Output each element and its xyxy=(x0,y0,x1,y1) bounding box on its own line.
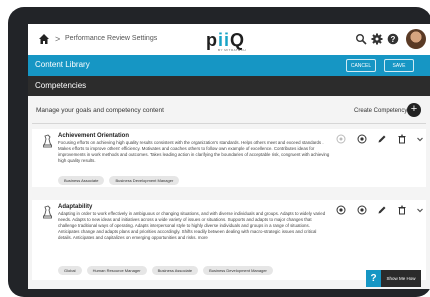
manage-description: Manage your goals and competency content xyxy=(36,107,164,114)
content-library-bar: Content Library CANCEL SAVE xyxy=(28,55,430,76)
page-title: Content Library xyxy=(35,60,90,69)
tag[interactable]: Business Associate xyxy=(151,266,199,275)
edit-icon[interactable] xyxy=(377,205,387,215)
target-icon[interactable] xyxy=(357,134,367,144)
search-icon[interactable] xyxy=(355,33,367,45)
view-icon[interactable] xyxy=(336,134,346,144)
chess-piece-icon xyxy=(43,134,52,148)
show-me-how-label[interactable]: Show Me How xyxy=(381,270,421,287)
show-me-how-widget[interactable]: ? Show Me How xyxy=(366,270,421,287)
tablet-frame: > Performance Review Settings piiQ BY MI… xyxy=(8,7,430,297)
logo-text-ii: ii xyxy=(218,30,231,50)
tag[interactable]: Business Development Manager xyxy=(203,266,273,275)
create-competency-button[interactable]: + xyxy=(407,103,421,117)
tag-list: Business Associate Business Development … xyxy=(58,176,180,185)
save-button[interactable]: SAVE xyxy=(384,59,414,72)
chevron-down-icon[interactable] xyxy=(415,134,425,144)
breadcrumb-separator: > xyxy=(55,34,61,44)
cancel-button[interactable]: CANCEL xyxy=(346,59,376,72)
tag[interactable]: Human Resource Manager xyxy=(86,266,147,275)
breadcrumb[interactable]: Performance Review Settings xyxy=(65,35,157,42)
logo-subtitle: BY MITRATECH xyxy=(218,48,247,52)
edit-icon[interactable] xyxy=(377,134,387,144)
competency-title: Achievement Orientation xyxy=(58,133,130,139)
divider xyxy=(32,123,426,124)
card-actions xyxy=(336,134,424,146)
section-title: Competencies xyxy=(35,81,87,90)
competency-description: Adapting in order to work effectively in… xyxy=(58,211,326,240)
question-icon[interactable]: ? xyxy=(366,270,381,287)
tag-list: Global Human Resource Manager Business A… xyxy=(58,266,273,275)
logo-text-p: p xyxy=(206,30,218,50)
card-actions xyxy=(336,205,424,217)
logo-text-q: Q xyxy=(230,30,246,50)
tag[interactable]: Business Associate xyxy=(58,176,105,185)
competencies-bar: Competencies xyxy=(28,76,430,96)
delete-icon[interactable] xyxy=(397,205,407,215)
top-bar: > Performance Review Settings piiQ BY MI… xyxy=(28,24,430,56)
delete-icon[interactable] xyxy=(397,134,407,144)
competency-description: Focusing efforts on achieving high quali… xyxy=(58,140,330,163)
tag[interactable]: Global xyxy=(58,266,82,275)
target-icon[interactable] xyxy=(336,205,346,215)
competency-title: Adaptability xyxy=(58,204,93,210)
chevron-down-icon[interactable] xyxy=(415,205,425,215)
create-competency-label[interactable]: Create Competency xyxy=(354,108,407,114)
app-screen: > Performance Review Settings piiQ BY MI… xyxy=(28,24,430,289)
target-icon[interactable] xyxy=(357,205,367,215)
help-icon[interactable]: ? xyxy=(387,33,399,45)
competency-card: Adaptability Adapting in order to work e… xyxy=(32,200,426,280)
svg-text:?: ? xyxy=(391,35,396,44)
gear-icon[interactable] xyxy=(371,33,383,45)
home-icon[interactable] xyxy=(38,33,50,45)
chess-piece-icon xyxy=(43,205,52,219)
avatar[interactable] xyxy=(406,29,426,49)
competency-card: Achievement Orientation Focusing efforts… xyxy=(32,129,426,187)
tag[interactable]: Business Development Manager xyxy=(109,176,180,185)
